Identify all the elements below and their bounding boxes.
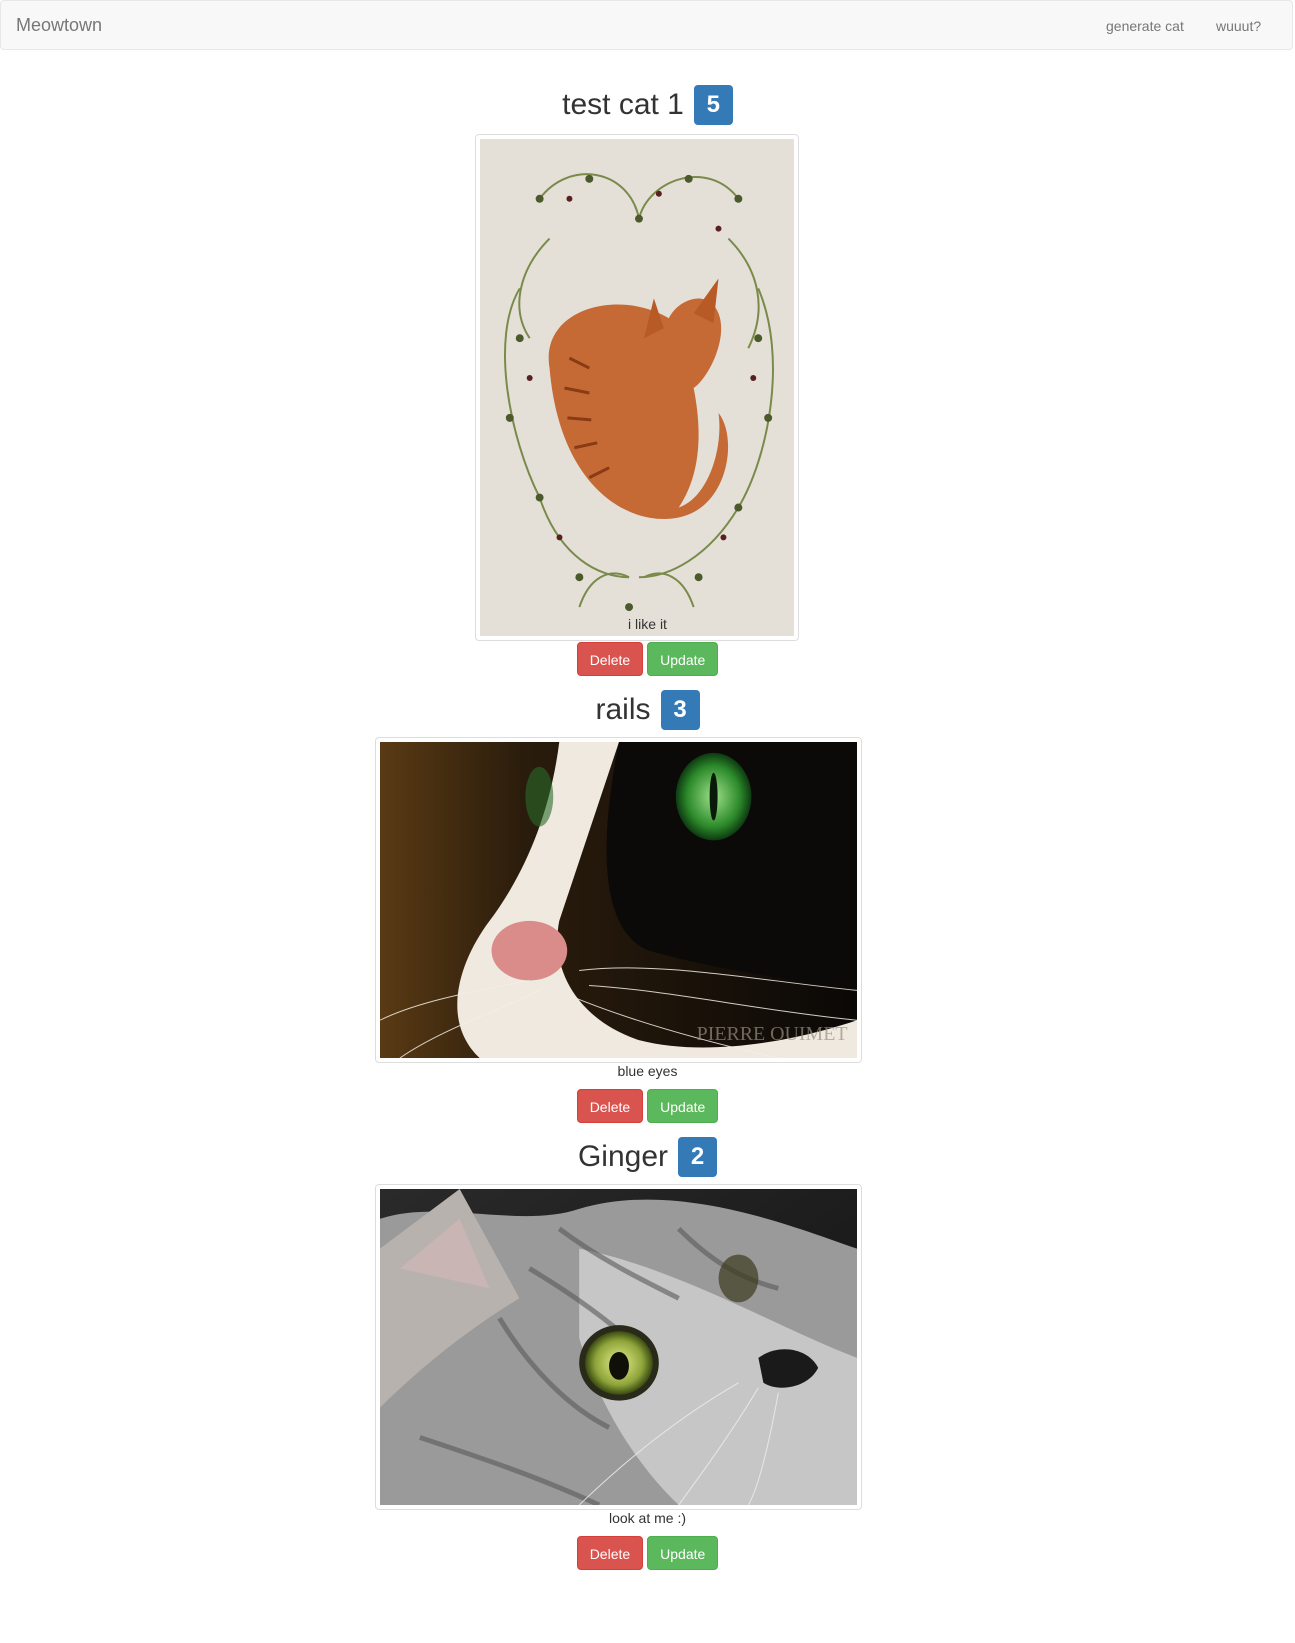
black-white-cat-picture: PIERRE OUIMET <box>380 742 857 1058</box>
update-button[interactable]: Update <box>647 1536 719 1570</box>
nav-wuuut[interactable]: wuuut? <box>1216 18 1261 34</box>
cat-title-row: rails 3 <box>0 690 1295 734</box>
cat-image <box>375 1184 862 1510</box>
cat-name: rails <box>595 693 651 726</box>
cat-name: test cat 1 <box>562 88 684 121</box>
cat-image <box>475 134 799 641</box>
cat-name: Ginger <box>577 1140 669 1173</box>
cat-caption: blue eyes <box>617 1063 678 1079</box>
vote-count-badge: 3 <box>660 690 700 730</box>
cat-actions: Delete Update <box>0 1536 1295 1570</box>
delete-button[interactable]: Delete <box>576 1089 644 1123</box>
brand-link[interactable]: Meowtown <box>16 15 102 36</box>
watermark-text: PIERRE OUIMET <box>697 1023 848 1045</box>
grey-tabby-cat-picture <box>380 1189 857 1505</box>
watercolor-cat-picture <box>480 139 794 636</box>
vote-count-badge: 2 <box>678 1137 718 1177</box>
delete-button[interactable]: Delete <box>576 642 644 676</box>
delete-button[interactable]: Delete <box>576 1536 644 1570</box>
update-button[interactable]: Update <box>647 642 719 676</box>
cat-image: PIERRE OUIMET <box>375 737 862 1063</box>
cat-caption: i like it <box>628 616 667 632</box>
cat-caption: look at me :) <box>608 1510 687 1526</box>
vote-count-badge: 5 <box>693 85 733 125</box>
update-button[interactable]: Update <box>647 1089 719 1123</box>
cat-actions: Delete Update <box>0 642 1295 676</box>
nav-generate-cat[interactable]: generate cat <box>1106 18 1184 34</box>
cat-title-row: Ginger 2 <box>0 1137 1295 1181</box>
cat-actions: Delete Update <box>0 1089 1295 1123</box>
navbar: Meowtown generate cat wuuut? <box>0 0 1293 50</box>
cat-title-row: test cat 1 5 <box>0 85 1295 129</box>
